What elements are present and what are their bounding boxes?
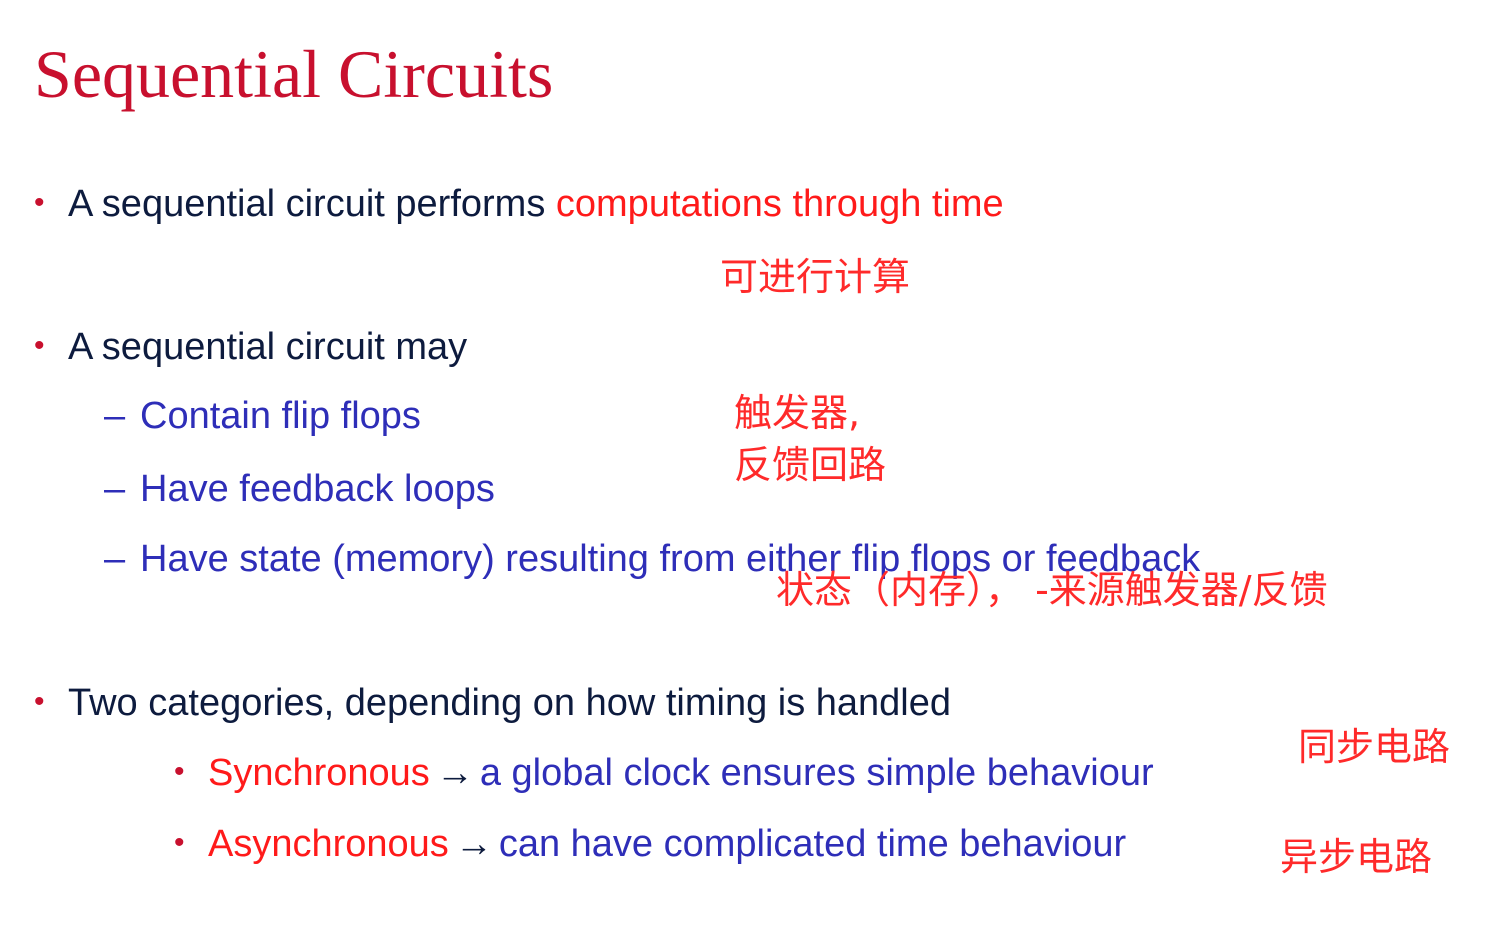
subitem-text: Contain flip flops [140,395,421,437]
bullet-computations: • A sequential circuit performs computati… [34,181,1004,226]
bullet-text: A sequential circuit may [68,326,468,368]
bullet-text: A sequential circuit performs [68,183,556,225]
subitem-text: Have feedback loops [140,468,495,510]
bullet-marker: • [34,186,45,219]
subitem-term: Asynchronous [208,823,449,865]
slide-title: Sequential Circuits [34,36,554,112]
bullet-may: • A sequential circuit may [34,324,467,369]
bullet-text: Two categories, depending on how timing … [68,682,952,724]
subitem-feedback-loops: – Have feedback loops [104,467,495,511]
subitem-synchronous: • Synchronous → a global clock ensures simp… [174,750,1154,795]
bullet-marker: • [34,685,45,718]
annotation-synchronous: 同步电路 [1298,725,1451,769]
annotation-asynchronous: 异步电路 [1280,835,1433,879]
subitem-text: a global clock ensures simple behaviour [479,752,1154,794]
arrow-right-icon: → [454,823,493,865]
subitem-marker: – [104,395,126,437]
bullet-highlight: computations through time [555,183,1004,225]
subitem-marker: – [104,468,126,510]
annotation-state: 状态（内存）， -来源触发器/反馈 [776,568,1328,612]
subitem-flip-flops: – Contain flip flops [104,394,421,438]
subitem-text: can have complicated time behaviour [498,823,1127,865]
bullet-two-categories: • Two categories, depending on how timing… [34,680,951,725]
subitem-term: Synchronous [208,752,430,794]
annotation-flipflop: 触发器, [734,391,861,435]
subitem-marker: – [104,538,126,580]
annotation-feedback: 反馈回路 [734,443,887,487]
subitem-marker: • [174,826,185,859]
subitem-marker: • [174,755,185,788]
subitem-asynchronous: • Asynchronous → can have complicated time … [174,821,1126,866]
arrow-right-icon: → [435,752,474,794]
annotation-computation: 可进行计算 [720,255,911,299]
bullet-marker: • [34,329,45,362]
